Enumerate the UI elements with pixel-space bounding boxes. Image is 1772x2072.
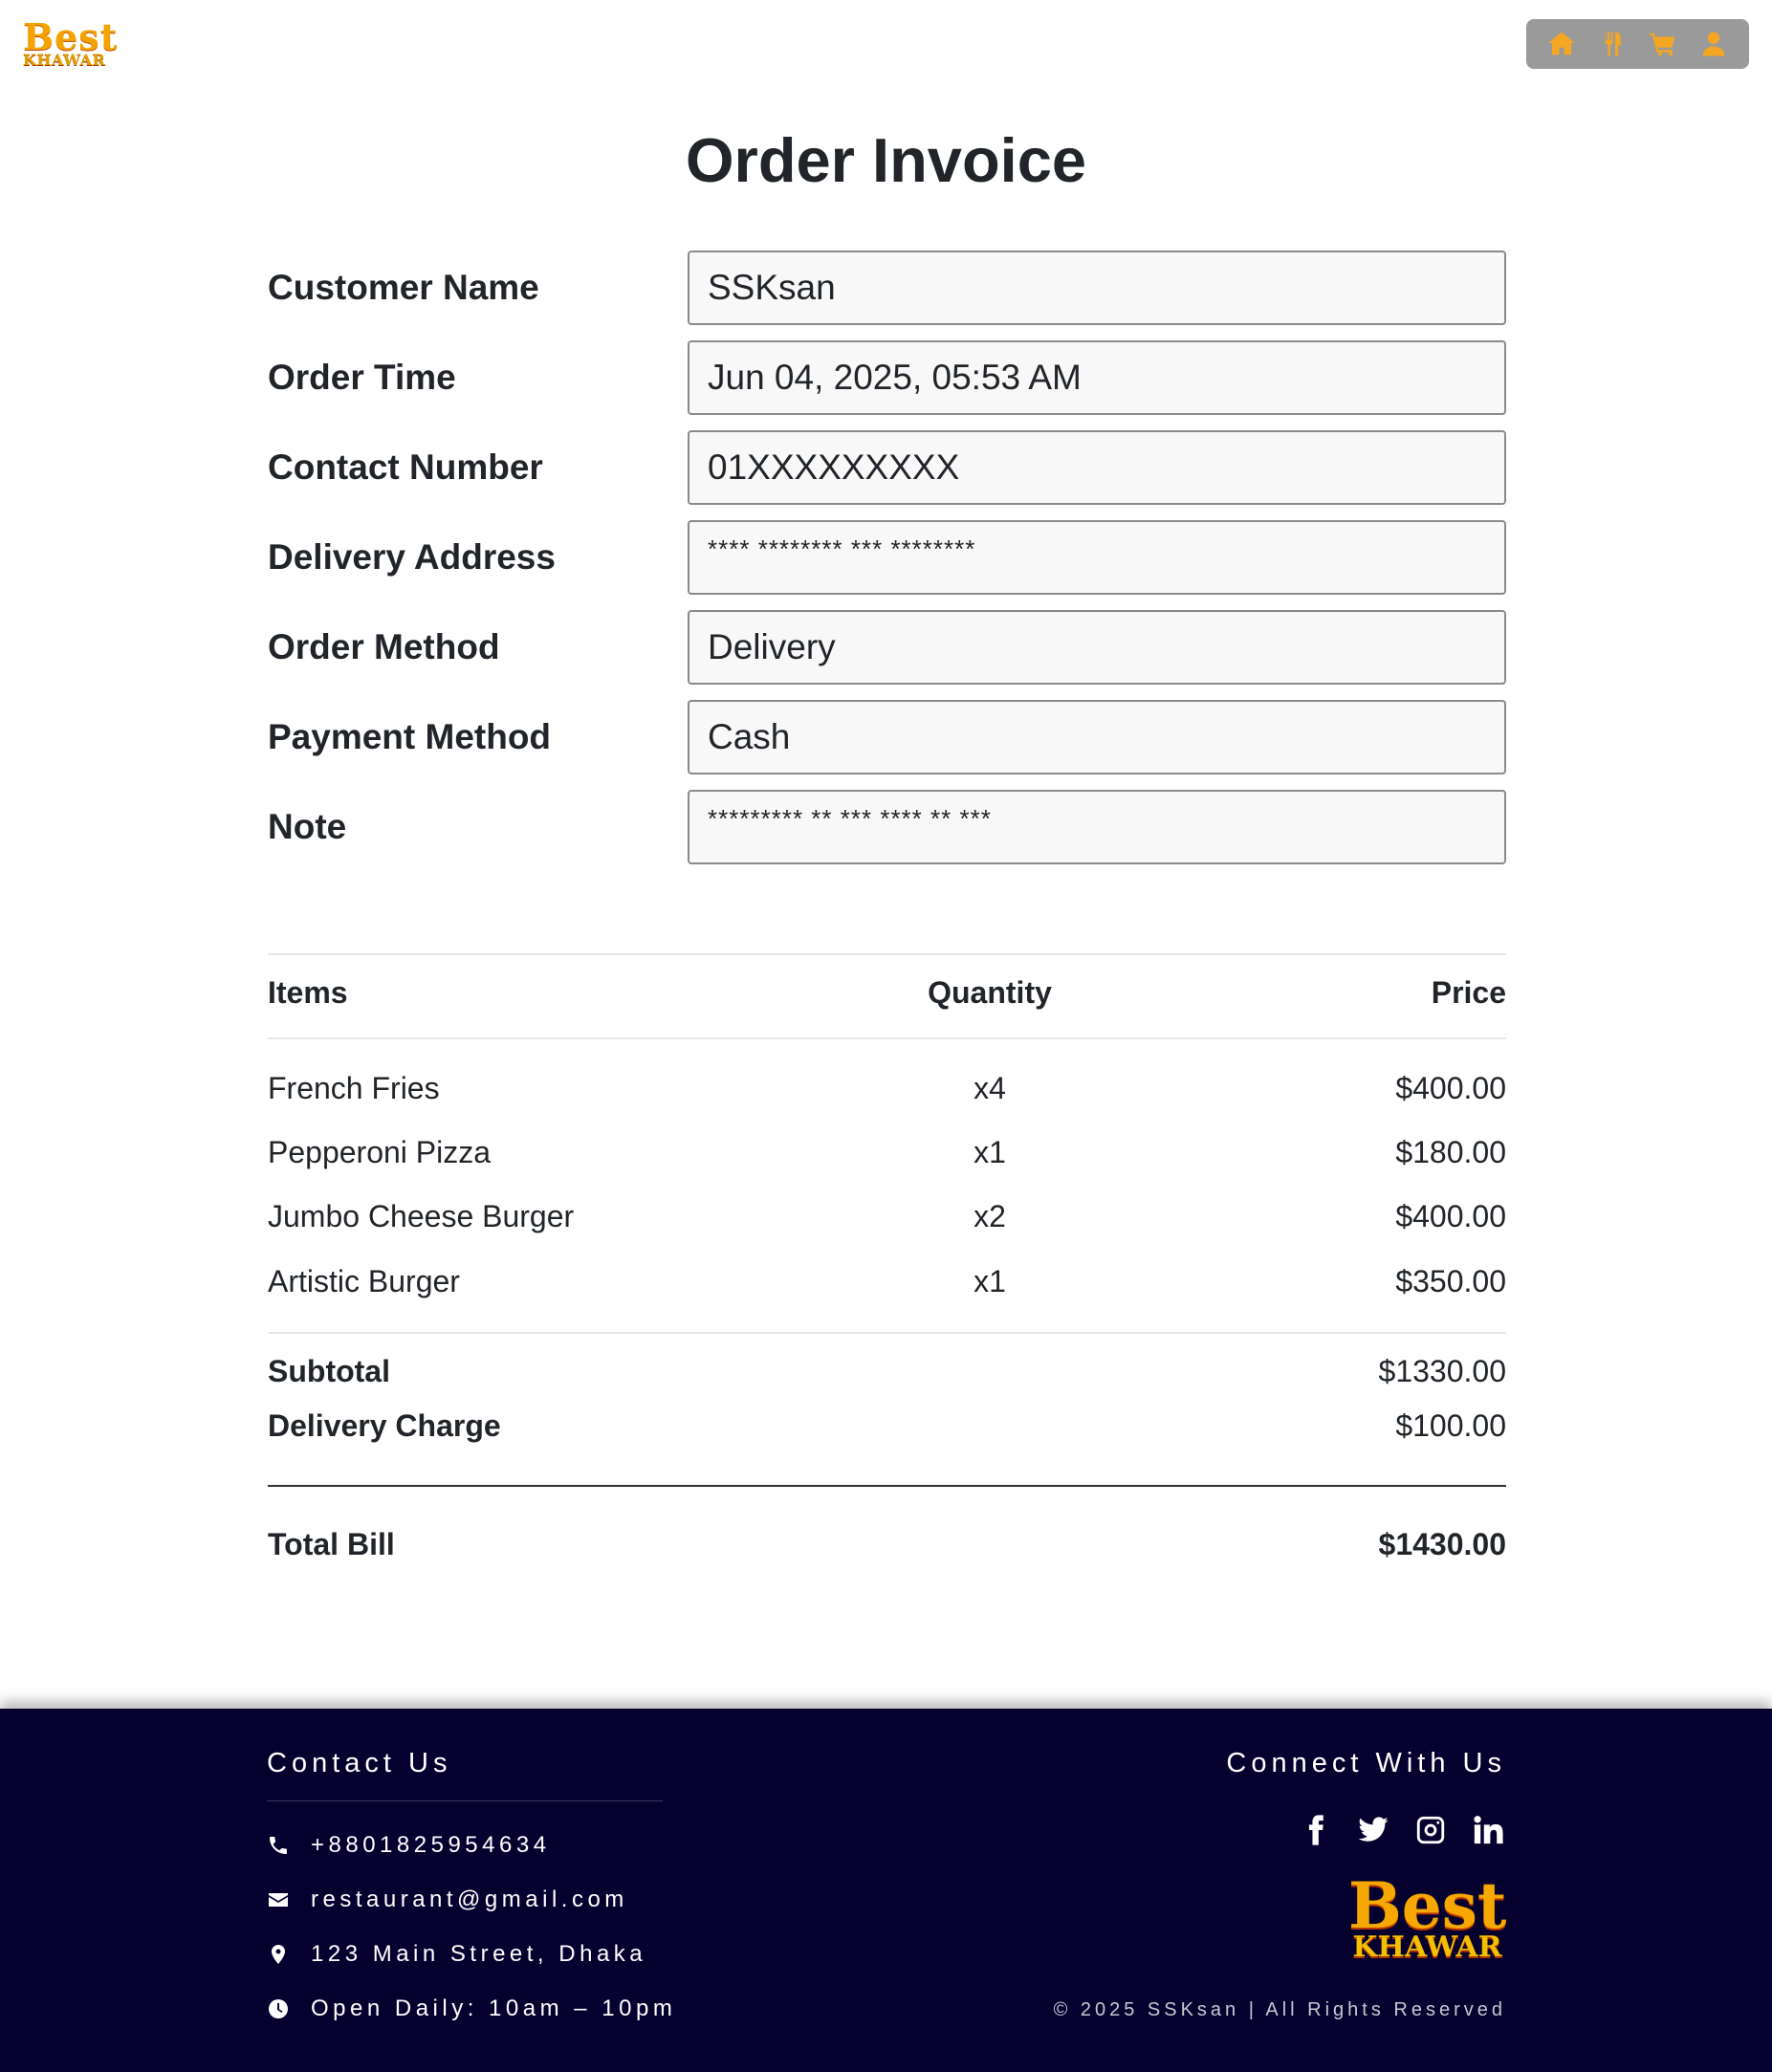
contact-number-field[interactable]: 01XXXXXXXXX	[688, 430, 1506, 505]
delivery-address-field[interactable]: **** ******** *** ********	[688, 520, 1506, 595]
map-pin-icon	[272, 1945, 285, 1964]
connect-title: Connect With Us	[1226, 1748, 1506, 1778]
facebook-link[interactable]	[1298, 1812, 1334, 1848]
nav-cart-button[interactable]	[1644, 25, 1682, 63]
hours-text: Open Daily: 10am – 10pm	[311, 1996, 677, 2021]
item-price: $400.00	[1395, 1199, 1506, 1233]
phone-icon	[270, 1837, 287, 1854]
subtotal-label: Subtotal	[268, 1354, 390, 1388]
total-label: Total Bill	[268, 1527, 395, 1561]
delivery-address-label: Delivery Address	[268, 537, 556, 577]
delivery-address-row: Delivery Address **** ******** *** *****…	[268, 520, 1506, 595]
footer: Contact Us +8801825954634 restaurant@gma…	[0, 1709, 1772, 2072]
item-name: Artistic Burger	[268, 1264, 460, 1298]
linkedin-link[interactable]	[1470, 1812, 1506, 1848]
table-top-divider	[268, 953, 1506, 955]
item-name: French Fries	[268, 1071, 440, 1105]
order-time-label: Order Time	[268, 358, 456, 397]
facebook-icon	[1308, 1815, 1324, 1845]
top-navigation	[1526, 19, 1749, 69]
envelope-icon	[269, 1893, 288, 1907]
note-label: Note	[268, 807, 347, 846]
contact-number-row: Contact Number 01XXXXXXXXX	[268, 430, 1506, 505]
nav-home-button[interactable]	[1542, 25, 1581, 63]
order-time-field[interactable]: Jun 04, 2025, 05:53 AM	[688, 340, 1506, 415]
cart-icon	[1650, 33, 1675, 56]
header-divider	[268, 1037, 1506, 1039]
copyright-text: © 2025 SSKsan | All Rights Reserved	[1053, 1999, 1506, 2020]
payment-method-label: Payment Method	[268, 717, 552, 756]
brand-logo-line2: KHAWAR	[23, 51, 106, 69]
twitter-link[interactable]	[1355, 1812, 1391, 1848]
delivery-charge-value: $100.00	[1395, 1408, 1506, 1443]
contact-phone[interactable]: +8801825954634	[267, 1831, 551, 1860]
user-icon	[1703, 32, 1725, 56]
total-value: $1430.00	[1378, 1527, 1506, 1561]
contact-email[interactable]: restaurant@gmail.com	[267, 1886, 628, 1914]
email-text: restaurant@gmail.com	[311, 1887, 628, 1912]
note-field[interactable]: ********* ** *** **** ** ***	[688, 790, 1506, 864]
customer-name-row: Customer Name SSKsan	[268, 251, 1506, 325]
address-text: 123 Main Street, Dhaka	[311, 1941, 647, 1967]
items-divider	[268, 1332, 1506, 1334]
price-header: Price	[1431, 975, 1506, 1010]
phone-text: +8801825954634	[311, 1832, 551, 1858]
subtotal-value: $1330.00	[1378, 1354, 1506, 1388]
item-name: Pepperoni Pizza	[268, 1135, 492, 1169]
page-title: Order Invoice	[685, 125, 1087, 195]
contact-us-title: Contact Us	[267, 1748, 452, 1778]
social-links	[1298, 1812, 1506, 1848]
item-price: $400.00	[1395, 1071, 1506, 1105]
order-time-row: Order Time Jun 04, 2025, 05:53 AM	[268, 340, 1506, 415]
delivery-charge-label: Delivery Charge	[268, 1408, 501, 1443]
note-row: Note ********* ** *** **** ** ***	[268, 790, 1506, 864]
item-price: $180.00	[1395, 1135, 1506, 1169]
items-header: Items	[268, 975, 348, 1010]
customer-name-field[interactable]: SSKsan	[688, 251, 1506, 325]
total-divider	[268, 1485, 1506, 1487]
item-name: Jumbo Cheese Burger	[268, 1199, 575, 1233]
contact-divider	[267, 1800, 663, 1801]
order-method-label: Order Method	[268, 627, 500, 666]
item-price: $350.00	[1395, 1264, 1506, 1298]
contact-hours: Open Daily: 10am – 10pm	[267, 1995, 676, 2023]
footer-logo-line1: Best	[1348, 1868, 1507, 1943]
contact-number-label: Contact Number	[268, 447, 543, 487]
footer-logo-line2: KHAWAR	[1352, 1930, 1502, 1964]
food-icon	[1604, 32, 1621, 56]
instagram-icon	[1416, 1816, 1445, 1844]
instagram-link[interactable]	[1412, 1812, 1449, 1848]
clock-icon	[269, 1999, 288, 2018]
twitter-icon	[1358, 1817, 1389, 1842]
order-method-field[interactable]: Delivery	[688, 610, 1506, 685]
home-icon	[1547, 32, 1575, 55]
nav-menu-button[interactable]	[1593, 25, 1631, 63]
customer-name-label: Customer Name	[268, 268, 539, 307]
payment-method-field[interactable]: Cash	[688, 700, 1506, 774]
footer-logo: Best KHAWAR	[1348, 1868, 1507, 1964]
order-method-row: Order Method Delivery	[268, 610, 1506, 685]
linkedin-icon	[1474, 1816, 1503, 1844]
contact-address: 123 Main Street, Dhaka	[267, 1940, 646, 1969]
payment-method-row: Payment Method Cash	[268, 700, 1506, 774]
nav-profile-button[interactable]	[1695, 25, 1733, 63]
brand-logo[interactable]: Best KHAWAR	[23, 19, 117, 71]
